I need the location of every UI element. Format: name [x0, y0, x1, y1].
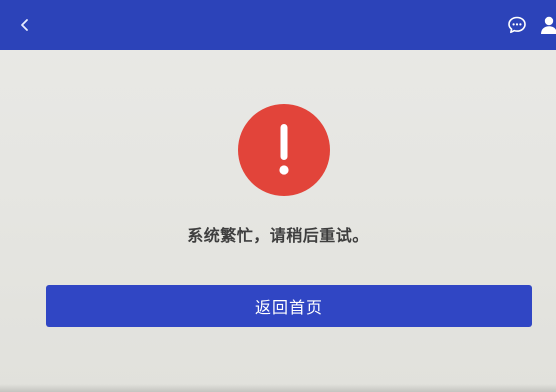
chevron-left-icon: [21, 19, 28, 31]
return-home-button[interactable]: 返回首页: [46, 285, 532, 327]
error-message: 系统繁忙，请稍后重试。: [187, 226, 369, 245]
exclamation-icon: [279, 124, 289, 175]
user-profile-button[interactable]: [536, 12, 556, 38]
top-navigation-bar: [0, 0, 556, 50]
chat-button[interactable]: [504, 12, 530, 38]
screen-bottom-shade: [0, 384, 556, 392]
chat-bubble-icon: [508, 16, 526, 34]
back-button[interactable]: [10, 10, 40, 40]
error-alert-icon: [238, 104, 330, 196]
user-icon: [541, 16, 556, 34]
error-page: 系统繁忙，请稍后重试。 返回首页: [0, 0, 556, 392]
